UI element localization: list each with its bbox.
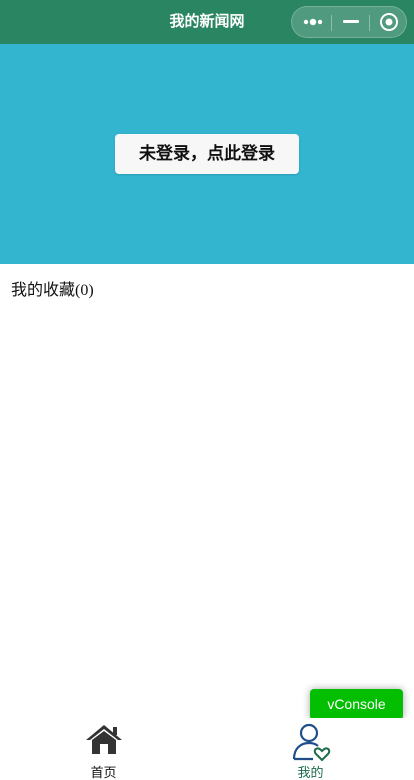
- close-button[interactable]: [370, 7, 408, 37]
- minimize-button[interactable]: [332, 7, 370, 37]
- tab-bar: 首页 我的: [0, 718, 414, 780]
- more-button[interactable]: [294, 7, 332, 37]
- navigation-bar: 我的新闻网: [0, 0, 414, 44]
- mini-program-capsule: [291, 6, 407, 38]
- home-icon: [85, 725, 122, 754]
- tab-home[interactable]: 首页: [0, 718, 207, 780]
- target-close-icon: [380, 13, 398, 31]
- tab-home-label: 首页: [90, 765, 117, 780]
- more-dots-icon: [303, 18, 323, 26]
- minimize-icon: [343, 20, 359, 23]
- user-heart-icon: [292, 723, 330, 762]
- login-button[interactable]: 未登录，点此登录: [115, 134, 299, 174]
- tab-mine[interactable]: 我的: [207, 718, 414, 780]
- vconsole-button[interactable]: vConsole: [310, 689, 403, 720]
- my-favorites-label[interactable]: 我的收藏(0): [11, 276, 94, 300]
- app-root: 我的新闻网 未登录，点此登录 我的收藏(0) vConsole 首页 我的: [0, 0, 414, 780]
- tab-mine-label: 我的: [297, 765, 324, 780]
- user-header-banner: 未登录，点此登录: [0, 44, 414, 264]
